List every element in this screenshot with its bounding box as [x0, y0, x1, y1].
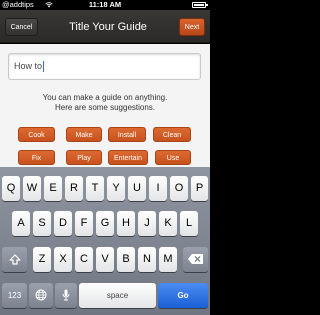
key-e[interactable]: E	[44, 176, 62, 201]
page-title: Title Your Guide	[69, 21, 147, 33]
key-d[interactable]: D	[54, 211, 72, 236]
suggestion-use-button[interactable]: Use	[155, 150, 191, 165]
key-k[interactable]: K	[159, 211, 177, 236]
microphone-icon	[62, 289, 70, 301]
key-b[interactable]: B	[117, 247, 135, 272]
space-key[interactable]: space	[79, 283, 156, 308]
dictation-key[interactable]	[55, 283, 77, 308]
key-o[interactable]: O	[170, 176, 188, 201]
backspace-icon	[188, 254, 203, 265]
delete-key[interactable]	[183, 247, 208, 272]
text-caret	[43, 61, 45, 73]
content-area: How to You can make a guide on anything.…	[0, 44, 210, 167]
suggestion-cook-button[interactable]: Cook	[18, 127, 55, 142]
key-c[interactable]: C	[75, 247, 93, 272]
key-v[interactable]: V	[96, 247, 114, 272]
globe-key[interactable]	[29, 283, 53, 308]
status-bar: @addtips 11:18 AM	[0, 0, 210, 10]
key-g[interactable]: G	[96, 211, 114, 236]
cancel-button[interactable]: Cancel	[5, 18, 38, 36]
help-line-2: Here are some suggestions.	[54, 103, 156, 112]
shift-arrow-icon	[8, 253, 21, 265]
numbers-key[interactable]: 123	[2, 283, 27, 308]
key-h[interactable]: H	[117, 211, 135, 236]
help-text: You can make a guide on anything. Here a…	[0, 93, 210, 113]
status-time: 11:18 AM	[88, 0, 122, 9]
key-y[interactable]: Y	[107, 176, 125, 201]
key-l[interactable]: L	[180, 211, 198, 236]
key-a[interactable]: A	[12, 211, 30, 236]
go-key[interactable]: Go	[158, 283, 208, 308]
shift-key[interactable]	[2, 247, 27, 272]
key-t[interactable]: T	[86, 176, 104, 201]
suggestion-fix-button[interactable]: Fix	[18, 150, 55, 165]
suggestion-install-button[interactable]: Install	[108, 127, 146, 142]
input-value: How to	[14, 61, 43, 71]
key-f[interactable]: F	[75, 211, 93, 236]
key-s[interactable]: S	[33, 211, 51, 236]
keyboard: Q W E R T Y U I O P A S D F G H J K L Z …	[0, 167, 210, 315]
key-q[interactable]: Q	[2, 176, 20, 201]
key-w[interactable]: W	[23, 176, 41, 201]
help-line-1: You can make a guide on anything.	[42, 93, 168, 102]
suggestion-entertain-button[interactable]: Entertain	[108, 150, 148, 165]
key-n[interactable]: N	[138, 247, 156, 272]
key-j[interactable]: J	[138, 211, 156, 236]
key-m[interactable]: M	[159, 247, 177, 272]
next-button[interactable]: Next	[179, 18, 205, 36]
suggestion-play-button[interactable]: Play	[66, 150, 102, 165]
key-i[interactable]: I	[149, 176, 167, 201]
suggestion-clean-button[interactable]: Clean	[153, 127, 191, 142]
key-u[interactable]: U	[128, 176, 146, 201]
navigation-bar: Cancel Title Your Guide Next	[0, 10, 210, 43]
key-p[interactable]: P	[191, 176, 208, 201]
suggestion-make-button[interactable]: Make	[66, 127, 102, 142]
key-z[interactable]: Z	[33, 247, 51, 272]
key-r[interactable]: R	[65, 176, 83, 201]
battery-icon	[192, 2, 208, 8]
key-x[interactable]: X	[54, 247, 72, 272]
globe-icon	[35, 289, 47, 301]
guide-title-input[interactable]: How to	[8, 53, 201, 80]
